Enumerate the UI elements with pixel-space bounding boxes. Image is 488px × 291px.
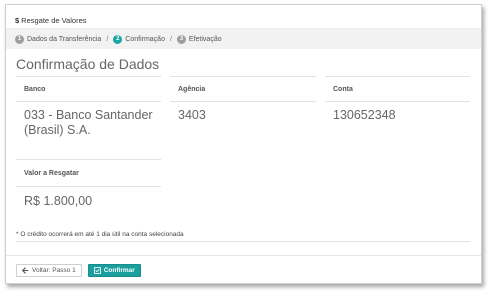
section-title: Confirmação de Dados bbox=[16, 56, 160, 72]
dollar-icon: $ bbox=[15, 15, 20, 25]
field-label: Conta bbox=[325, 76, 470, 102]
check-square-icon bbox=[93, 267, 101, 274]
field-conta: Conta 130652348 bbox=[325, 76, 470, 123]
field-banco: Banco 033 - Banco Santander (Brasil) S.A… bbox=[16, 76, 161, 138]
step-number: 3 bbox=[176, 34, 186, 44]
back-button-label: Voltar: Passo 1 bbox=[32, 267, 76, 274]
field-value: R$ 1.800,00 bbox=[24, 194, 93, 208]
field-value: 033 - Banco Santander (Brasil) S.A. bbox=[24, 108, 153, 137]
wizard-steps: 1 Dados da Transferência / 2 Confirmação… bbox=[6, 29, 481, 49]
credit-note: * O crédito ocorrerá em até 1 dia útil n… bbox=[16, 231, 470, 242]
field-agencia: Agência 3403 bbox=[170, 76, 316, 123]
step-confirmacao[interactable]: 2 Confirmação bbox=[113, 34, 165, 44]
field-value: 3403 bbox=[178, 108, 206, 122]
step-separator: / bbox=[106, 35, 109, 43]
step-label: Dados da Transferência bbox=[27, 35, 102, 43]
confirm-button-label: Confirmar bbox=[103, 267, 135, 274]
field-value: 130652348 bbox=[333, 108, 396, 122]
field-label: Banco bbox=[16, 76, 161, 102]
field-label: Agência bbox=[170, 76, 316, 102]
resgate-panel: $ Resgate de Valores 1 Dados da Transfer… bbox=[5, 4, 482, 284]
step-separator: / bbox=[169, 35, 172, 43]
field-label: Valor a Resgatar bbox=[16, 159, 161, 187]
panel-header: $ Resgate de Valores bbox=[6, 5, 481, 29]
step-dados-transferencia[interactable]: 1 Dados da Transferência bbox=[15, 34, 102, 44]
footer-actions: Voltar: Passo 1 Confirmar bbox=[6, 255, 481, 283]
step-label: Confirmação bbox=[125, 35, 165, 43]
arrow-left-icon bbox=[22, 267, 29, 274]
field-valor: Valor a Resgatar R$ 1.800,00 bbox=[16, 159, 161, 209]
step-number: 1 bbox=[15, 34, 24, 44]
panel-title: Resgate de Valores bbox=[21, 15, 87, 25]
back-button[interactable]: Voltar: Passo 1 bbox=[16, 264, 82, 277]
step-number: 2 bbox=[113, 34, 123, 44]
step-efetivacao[interactable]: 3 Efetivação bbox=[176, 34, 222, 44]
confirm-button[interactable]: Confirmar bbox=[87, 264, 141, 277]
step-label: Efetivação bbox=[188, 35, 222, 43]
